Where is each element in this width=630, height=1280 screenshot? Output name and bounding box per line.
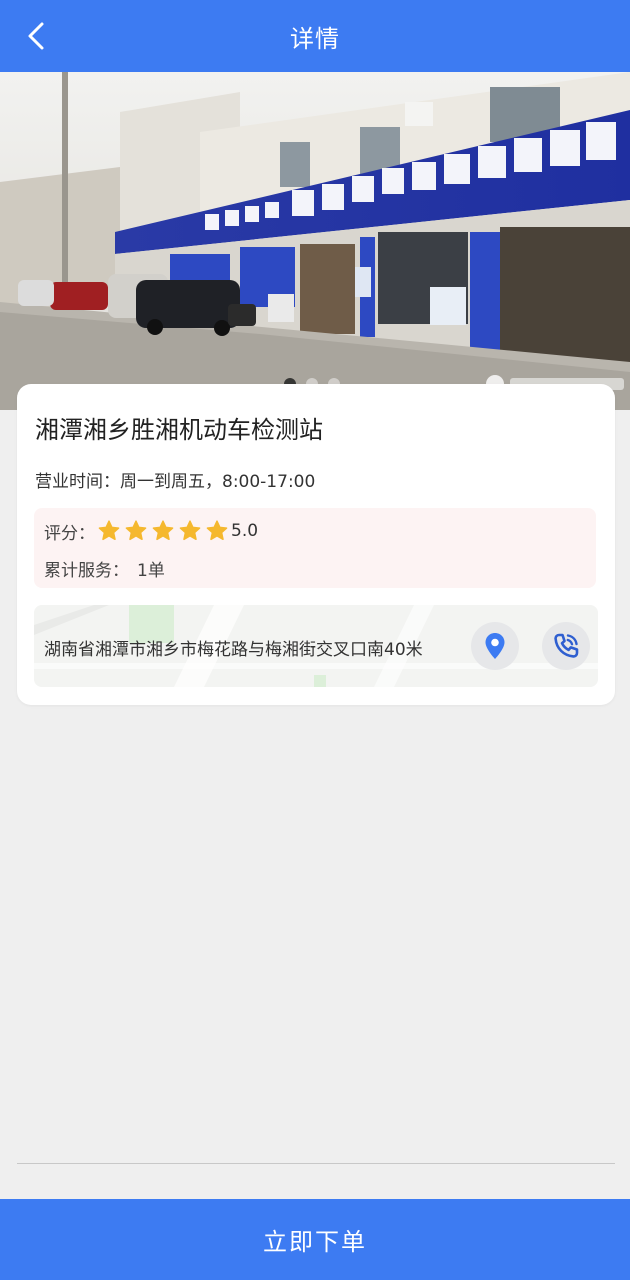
rating-value: 5.0 — [231, 521, 259, 541]
star-icon — [206, 520, 228, 541]
station-name: 湘潭湘乡胜湘机动车检测站 — [35, 416, 323, 444]
rating-stars — [97, 519, 229, 543]
back-button[interactable] — [18, 18, 54, 54]
chevron-left-icon — [28, 22, 44, 50]
star-icon — [152, 520, 174, 541]
served-label: 累计服务： — [44, 561, 129, 581]
bottom-divider — [17, 1163, 615, 1164]
map-pin-icon — [485, 633, 505, 659]
rating-row: 评分： 5.0 — [44, 518, 258, 544]
station-info-card: 湘潭湘乡胜湘机动车检测站 营业时间：周一到周五，8:00-17:00 评分： 5… — [17, 384, 615, 705]
served-value: 1单 — [137, 561, 165, 581]
business-hours: 营业时间：周一到周五，8:00-17:00 — [35, 472, 316, 492]
star-icon — [125, 520, 147, 541]
navigate-button[interactable] — [471, 622, 519, 670]
rating-panel: 评分： 5.0 累计服务： 1单 — [34, 508, 596, 588]
page-title: 详情 — [290, 24, 340, 53]
served-count-row: 累计服务： 1单 — [44, 556, 165, 581]
station-photo-carousel[interactable] — [0, 72, 630, 410]
rating-label: 评分： — [44, 523, 95, 544]
star-icon — [179, 520, 201, 541]
station-address: 湖南省湘潭市湘乡市梅花路与梅湘街交叉口南40米 — [44, 640, 423, 660]
storefront-photo — [0, 72, 630, 410]
address-panel: 湖南省湘潭市湘乡市梅花路与梅湘街交叉口南40米 — [34, 605, 598, 687]
phone-call-icon — [554, 633, 579, 658]
top-bar: 详情 — [0, 0, 630, 72]
star-icon — [98, 520, 120, 541]
call-button[interactable] — [542, 622, 590, 670]
order-now-button[interactable]: 立即下单 — [0, 1199, 630, 1280]
